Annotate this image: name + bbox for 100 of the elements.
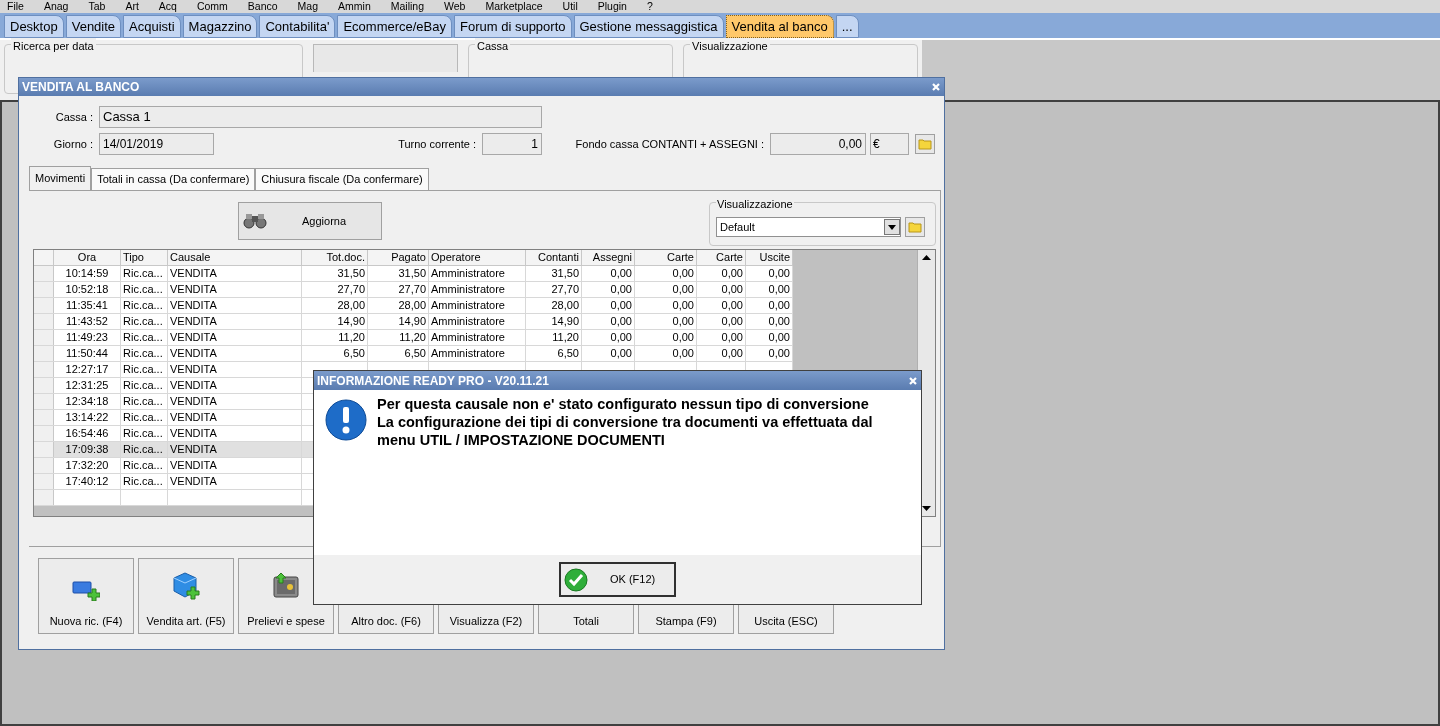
table-cell: 27,70 (368, 282, 429, 297)
table-cell: 0,00 (746, 266, 793, 281)
table-cell: VENDITA (168, 474, 302, 489)
table-cell: 10:52:18 (54, 282, 121, 297)
field-label: Cassa : (54, 109, 94, 125)
table-cell: 10:14:59 (54, 266, 121, 281)
table-cell: 0,00 (746, 314, 793, 329)
table-cell: 6,50 (302, 346, 368, 361)
table-cell: VENDITA (168, 346, 302, 361)
table-cell: 0,00 (697, 298, 746, 313)
table-cell: 0,00 (697, 266, 746, 281)
table-cell: 11:50:44 (54, 346, 121, 361)
table-cell: VENDITA (168, 394, 302, 409)
table-cell: VENDITA (168, 458, 302, 473)
table-cell: 11,20 (302, 330, 368, 345)
table-cell: 12:31:25 (54, 378, 121, 393)
table-cell: 0,00 (635, 282, 697, 297)
table-cell: 0,00 (746, 282, 793, 297)
table-cell: VENDITA (168, 362, 302, 377)
table-cell: Amministratore (429, 314, 526, 329)
table-cell: Ric.ca... (121, 458, 168, 473)
message-text: Per questa causale non e' stato configurato nessun tipo di conversione (377, 395, 870, 413)
table-cell: 28,00 (526, 298, 582, 313)
table-cell: VENDITA (168, 426, 302, 441)
table-cell: 11:35:41 (54, 298, 121, 313)
table-cell: 28,00 (302, 298, 368, 313)
table-cell: Ric.ca... (121, 426, 168, 441)
table-cell: 0,00 (582, 314, 635, 329)
table-cell: VENDITA (168, 266, 302, 281)
table-cell: 14,90 (526, 314, 582, 329)
table-cell: VENDITA (168, 330, 302, 345)
field-label: Turno corrente : (397, 136, 477, 152)
table-cell: 0,00 (635, 298, 697, 313)
table-cell: Ric.ca... (121, 442, 168, 457)
field-label: Giorno : (52, 136, 94, 152)
table-cell: 6,50 (368, 346, 429, 361)
table-cell: 12:27:17 (54, 362, 121, 377)
table-cell: 0,00 (697, 314, 746, 329)
table-cell: 17:32:20 (54, 458, 121, 473)
table-cell: Ric.ca... (121, 314, 168, 329)
table-cell: VENDITA (168, 442, 302, 457)
table-cell: 0,00 (582, 282, 635, 297)
table-cell: 0,00 (635, 314, 697, 329)
table-cell: 0,00 (746, 298, 793, 313)
table-cell: Ric.ca... (121, 378, 168, 393)
table-cell: VENDITA (168, 314, 302, 329)
table-cell: 0,00 (635, 330, 697, 345)
table-cell: 0,00 (746, 330, 793, 345)
table-cell: Amministratore (429, 266, 526, 281)
table-cell: 0,00 (582, 298, 635, 313)
message-text: La configurazione dei tipi di conversione tra documenti va effettuata dal (377, 413, 873, 431)
table-cell: Ric.ca... (121, 394, 168, 409)
table-cell: VENDITA (168, 378, 302, 393)
table-cell: Amministratore (429, 330, 526, 345)
table-cell: Amministratore (429, 346, 526, 361)
dialog-title: INFORMAZIONE READY PRO - V20.11.21 (317, 372, 549, 390)
table-cell: VENDITA (168, 298, 302, 313)
table-cell: 31,50 (302, 266, 368, 281)
table-cell: VENDITA (168, 410, 302, 425)
message-text: menu UTIL / IMPOSTAZIONE DOCUMENTI (377, 431, 666, 449)
table-cell: Ric.ca... (121, 346, 168, 361)
table-cell: Ric.ca... (121, 410, 168, 425)
table-cell: 0,00 (582, 346, 635, 361)
table-cell: 11,20 (526, 330, 582, 345)
table-cell: VENDITA (168, 282, 302, 297)
table-cell: 17:40:12 (54, 474, 121, 489)
table-cell: Amministratore (429, 282, 526, 297)
table-cell: 14,90 (302, 314, 368, 329)
table-cell: Amministratore (429, 298, 526, 313)
window-title: VENDITA AL BANCO (22, 79, 140, 96)
table-cell: 0,00 (582, 330, 635, 345)
table-cell: 0,00 (697, 330, 746, 345)
table-cell: 31,50 (526, 266, 582, 281)
table-cell: Ric.ca... (121, 298, 168, 313)
table-cell: 11:49:23 (54, 330, 121, 345)
table-cell: 0,00 (635, 346, 697, 361)
table-cell: 16:54:46 (54, 426, 121, 441)
table-cell: 6,50 (526, 346, 582, 361)
field-label: Fondo cassa CONTANTI + ASSEGNI : (574, 136, 765, 152)
table-cell: 0,00 (635, 266, 697, 281)
table-cell: 27,70 (526, 282, 582, 297)
table-cell: Ric.ca... (121, 266, 168, 281)
group-label: Ricerca per data (11, 38, 96, 55)
table-cell: 27,70 (302, 282, 368, 297)
table-cell: Ric.ca... (121, 330, 168, 345)
table-cell: 0,00 (746, 346, 793, 361)
table-cell: 0,00 (582, 266, 635, 281)
table-cell: 11:43:52 (54, 314, 121, 329)
table-cell: Ric.ca... (121, 282, 168, 297)
table-cell: 11,20 (368, 330, 429, 345)
table-cell: Ric.ca... (121, 362, 168, 377)
table-cell: Ric.ca... (121, 474, 168, 489)
table-cell: 13:14:22 (54, 410, 121, 425)
table-cell: 0,00 (697, 346, 746, 361)
table-cell: 17:09:38 (54, 442, 121, 457)
table-cell: 12:34:18 (54, 394, 121, 409)
table-cell: 28,00 (368, 298, 429, 313)
table-cell: 14,90 (368, 314, 429, 329)
table-cell: 0,00 (697, 282, 746, 297)
table-cell: 31,50 (368, 266, 429, 281)
